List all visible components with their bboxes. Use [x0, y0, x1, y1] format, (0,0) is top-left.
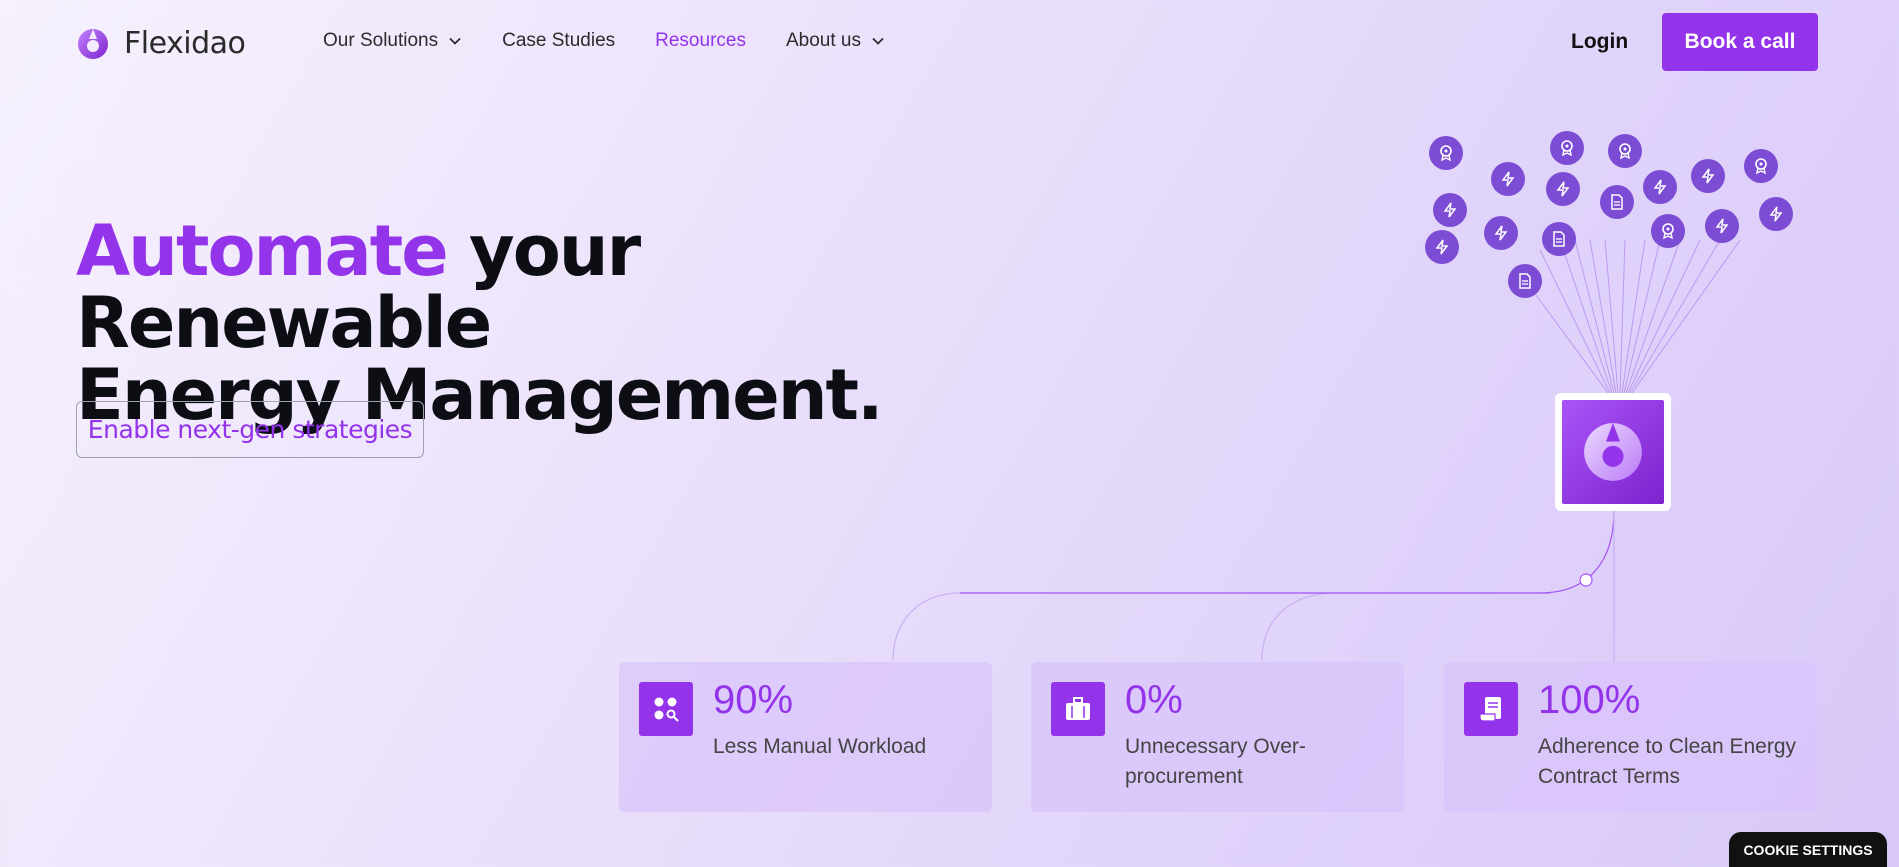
stat-card-adherence: 100% Adherence to Clean Energy Contract … — [1444, 662, 1817, 812]
bolt-icon — [1691, 159, 1725, 193]
bolt-icon — [1759, 197, 1793, 231]
flexidao-logo-icon — [78, 28, 108, 59]
brand-logo[interactable]: Flexidao — [76, 26, 246, 61]
login-link[interactable]: Login — [1571, 30, 1628, 54]
book-call-button[interactable]: Book a call — [1662, 13, 1818, 71]
bolt-icon — [1491, 162, 1525, 196]
enable-strategies-button[interactable]: Enable next-gen strategies — [76, 401, 424, 458]
contract-icon — [1464, 682, 1518, 736]
flexidao-logo-icon — [1584, 423, 1642, 481]
brand-name: Flexidao — [124, 26, 246, 61]
stat-card-overprocurement: 0% Unnecessary Over-procurement — [1031, 662, 1404, 812]
bolt-icon — [1546, 172, 1580, 206]
nav-resources-label: Resources — [655, 30, 746, 51]
briefcase-icon — [1051, 682, 1105, 736]
nav-our-solutions-label: Our Solutions — [323, 30, 439, 51]
nav-case-studies-label: Case Studies — [502, 30, 616, 51]
bolt-icon — [1433, 193, 1467, 227]
cookie-settings-button[interactable]: COOKIE SETTINGS — [1729, 832, 1887, 867]
stat-label: Adherence to Clean Energy Contract Terms — [1538, 735, 1796, 788]
bolt-icon — [1643, 170, 1677, 204]
document-icon — [1508, 264, 1542, 298]
top-navigation: Flexidao Our Solutions Case Studies Reso… — [0, 0, 1899, 84]
document-icon — [1600, 185, 1634, 219]
hub-logo — [1562, 400, 1664, 504]
hero-accent-word: Automate — [76, 210, 449, 292]
nav-resources[interactable]: Resources — [655, 30, 746, 52]
chevron-down-icon — [872, 37, 884, 45]
award-icon — [1608, 134, 1642, 168]
search-grid-icon — [639, 682, 693, 736]
nav-about-us-label: About us — [785, 30, 861, 51]
award-icon — [1550, 131, 1584, 165]
stat-value: 100% — [1538, 678, 1641, 722]
flexidao-hub — [1555, 393, 1671, 511]
stat-value: 0% — [1125, 678, 1183, 722]
main-menu: Our Solutions Case Studies Resources Abo… — [323, 30, 885, 52]
bolt-icon — [1484, 216, 1518, 250]
nav-about-us[interactable]: About us — [786, 30, 885, 52]
award-icon — [1429, 136, 1463, 170]
stat-card-workload: 90% Less Manual Workload — [619, 662, 992, 812]
stat-value: 90% — [713, 678, 794, 722]
chevron-down-icon — [449, 37, 461, 45]
bolt-icon — [1425, 230, 1459, 264]
stat-label: Less Manual Workload — [713, 735, 927, 758]
nav-case-studies[interactable]: Case Studies — [502, 30, 615, 52]
hero-heading: Automate your Renewable Energy Managemen… — [76, 215, 976, 431]
stat-label: Unnecessary Over-procurement — [1125, 735, 1306, 788]
award-icon — [1744, 149, 1778, 183]
document-icon — [1542, 222, 1576, 256]
nav-our-solutions[interactable]: Our Solutions — [323, 30, 462, 52]
bolt-icon — [1705, 209, 1739, 243]
award-icon — [1651, 214, 1685, 248]
